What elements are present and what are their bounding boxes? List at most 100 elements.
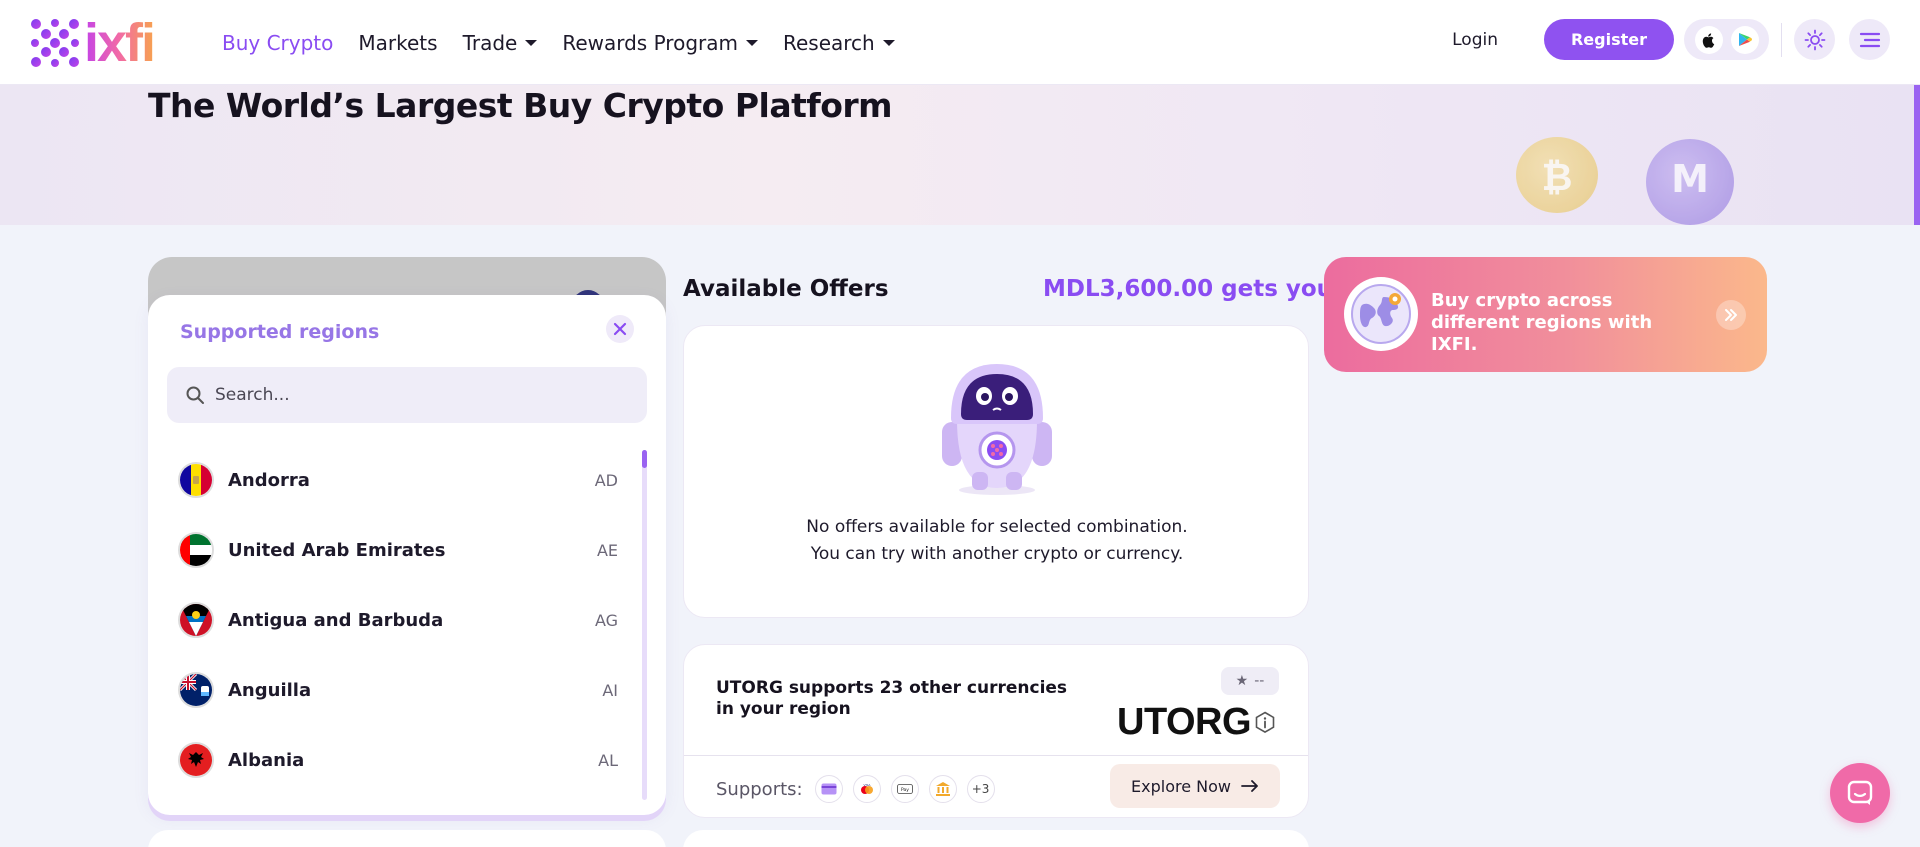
rating-value: --: [1254, 673, 1265, 689]
region-code: AE: [596, 540, 618, 560]
empty-message-line-1: No offers available for selected combina…: [806, 517, 1188, 537]
albania-flag-icon: [178, 742, 214, 778]
menu-icon: [1859, 32, 1880, 47]
page-scrollbar[interactable]: [1914, 85, 1920, 225]
crypto-coin-icon: M: [1646, 139, 1734, 225]
apple-icon: [1702, 32, 1714, 48]
nav-trade[interactable]: Trade: [463, 31, 538, 55]
region-item-anguilla[interactable]: Anguilla AI: [148, 655, 648, 725]
region-search-box: [167, 367, 647, 423]
header-divider: [1781, 22, 1782, 57]
chat-icon: [1847, 780, 1873, 805]
provider-card-utorg: UTORG supports 23 other currencies in yo…: [683, 644, 1309, 818]
offers-amount: MDL3,600.00 gets you...: [1043, 276, 1360, 302]
region-code: AI: [602, 680, 618, 700]
supported-regions-panel: Supported regions Andorra AD United Arab…: [148, 295, 666, 815]
supports-label: Supports:: [716, 778, 803, 800]
top-navbar: ixfi Buy Crypto Markets Trade Rewards Pr…: [0, 0, 1920, 85]
promo-banner[interactable]: Buy crypto across different regions with…: [1324, 257, 1767, 372]
region-name: United Arab Emirates: [228, 539, 446, 561]
globe-icon: [1344, 277, 1418, 351]
region-item-albania[interactable]: Albania AL: [148, 725, 648, 795]
robot-mascot-icon: [942, 364, 1052, 495]
utorg-logo: UTORG: [1117, 701, 1252, 743]
logo-wordmark: ixfi: [84, 13, 156, 73]
region-code: AD: [594, 470, 618, 490]
anguilla-flag-icon: [178, 672, 214, 708]
scrollbar-thumb[interactable]: [642, 450, 647, 468]
antigua-flag-icon: [178, 602, 214, 638]
card-icon: [814, 775, 843, 803]
star-icon: ★: [1235, 673, 1249, 689]
svg-text:Pay: Pay: [901, 787, 909, 793]
login-link[interactable]: Login: [1452, 30, 1498, 50]
close-icon: [613, 322, 627, 336]
ixfi-logo-mark-icon: [31, 19, 79, 67]
region-item-united-arab-emirates[interactable]: United Arab Emirates AE: [148, 515, 648, 585]
page-title: The World’s Largest Buy Crypto Platform: [148, 86, 893, 125]
caret-down-icon: [745, 39, 758, 46]
ixfi-logo[interactable]: ixfi: [30, 13, 156, 73]
hamburger-menu-button[interactable]: [1849, 19, 1890, 60]
explore-label: Explore Now: [1131, 776, 1231, 796]
nav-rewards-program[interactable]: Rewards Program: [562, 31, 758, 55]
uae-flag-icon: [178, 532, 214, 568]
app-store-links: [1684, 19, 1769, 60]
caret-down-icon: [525, 39, 538, 46]
hero-banner: The World’s Largest Buy Crypto Platform …: [0, 85, 1920, 225]
google-play-icon: [1738, 33, 1752, 46]
provider-description: UTORG supports 23 other currencies in yo…: [716, 678, 1068, 719]
divider: [684, 755, 1308, 756]
info-icon[interactable]: [1253, 711, 1277, 735]
double-chevron-right-icon: [1716, 300, 1746, 330]
explore-now-button[interactable]: Explore Now: [1110, 764, 1280, 808]
main-nav: Buy Crypto Markets Trade Rewards Program…: [222, 0, 895, 85]
panel-title: Supported regions: [180, 321, 380, 343]
payment-methods: Supports: VISA Pay +3: [716, 775, 995, 803]
next-card-peek: [148, 830, 666, 847]
region-code: AL: [598, 750, 618, 770]
close-button[interactable]: [606, 315, 634, 343]
sun-icon: [1804, 29, 1825, 50]
nav-label: Markets: [358, 30, 438, 55]
nav-label: Buy Crypto: [222, 30, 334, 55]
caret-down-icon: [882, 39, 895, 46]
nav-buy-crypto[interactable]: Buy Crypto: [222, 31, 333, 55]
header-actions: Login Register: [1452, 19, 1890, 60]
empty-message-line-2: You can try with another crypto or curre…: [810, 544, 1184, 564]
region-name: Antigua and Barbuda: [228, 609, 444, 631]
nav-label: Trade: [462, 30, 518, 55]
provider-rating: ★ --: [1221, 667, 1279, 695]
region-code: AG: [594, 610, 618, 630]
nav-research[interactable]: Research: [783, 31, 895, 55]
region-name: Anguilla: [228, 679, 312, 701]
region-name: Albania: [228, 749, 305, 771]
region-item-antigua-and-barbuda[interactable]: Antigua and Barbuda AG: [148, 585, 648, 655]
search-icon: [186, 386, 204, 404]
next-card-peek: [683, 830, 1309, 847]
region-list: Andorra AD United Arab Emirates AE Antig…: [148, 445, 648, 795]
more-methods-count[interactable]: +3: [966, 775, 995, 803]
no-offers-card: No offers available for selected combina…: [683, 325, 1309, 618]
svg-text:VISA: VISA: [863, 783, 871, 787]
andorra-flag-icon: [178, 462, 214, 498]
bitcoin-coin-icon: ₿: [1516, 137, 1598, 213]
google-play-button[interactable]: [1730, 25, 1759, 54]
apple-app-store-button[interactable]: [1694, 25, 1723, 54]
mastercard-icon: VISA: [852, 775, 881, 803]
region-list-scrollbar[interactable]: [642, 450, 647, 800]
arrow-right-icon: [1241, 780, 1258, 792]
promo-text: Buy crypto across different regions with…: [1431, 290, 1653, 355]
region-name: Andorra: [228, 469, 310, 491]
register-button[interactable]: Register: [1544, 19, 1674, 60]
apple-pay-icon: Pay: [890, 775, 919, 803]
region-item-andorra[interactable]: Andorra AD: [148, 445, 648, 515]
nav-markets[interactable]: Markets: [358, 31, 437, 55]
bank-icon: [928, 775, 957, 803]
nav-label: Research: [782, 30, 875, 55]
nav-label: Rewards Program: [562, 30, 738, 55]
chat-support-button[interactable]: [1830, 763, 1890, 823]
offers-title: Available Offers: [683, 276, 889, 302]
region-search-input[interactable]: [215, 385, 615, 405]
theme-toggle-button[interactable]: [1794, 19, 1835, 60]
